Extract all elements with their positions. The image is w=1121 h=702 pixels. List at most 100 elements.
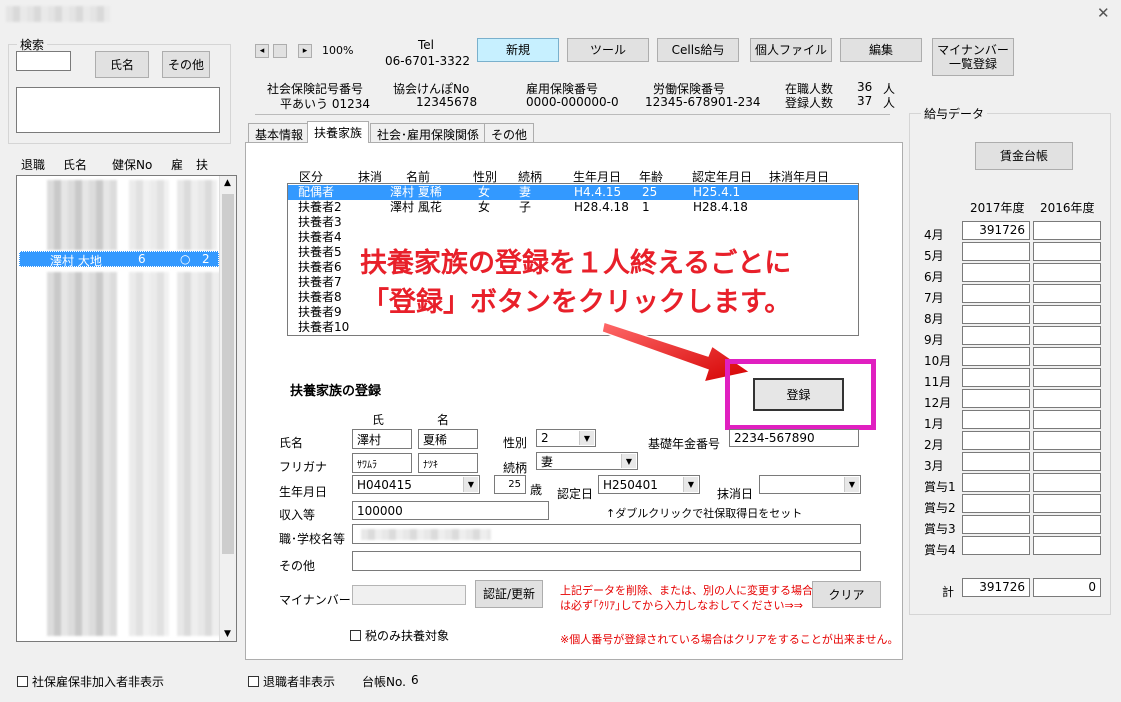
- pay-cell-2016[interactable]: [1033, 452, 1101, 471]
- pay-cell-2016[interactable]: [1033, 242, 1101, 261]
- pay-cell-2017[interactable]: [962, 452, 1030, 471]
- tab-basic-info[interactable]: 基本情報: [248, 123, 311, 142]
- employee-list[interactable]: 澤村 大地 6 ○ 2 ▲ ▼: [16, 175, 237, 642]
- employee-list-scrollbar[interactable]: ▲ ▼: [219, 176, 236, 641]
- auth-update-button[interactable]: 認証/更新: [475, 580, 543, 608]
- chevron-down-icon[interactable]: ▼: [844, 477, 859, 492]
- pay-cell-2017[interactable]: [962, 305, 1030, 324]
- sex-select[interactable]: 2 ▼: [536, 429, 596, 447]
- search-result-box[interactable]: [16, 87, 220, 133]
- register-button[interactable]: 登録: [753, 378, 844, 411]
- pay-cell-2016[interactable]: [1033, 515, 1101, 534]
- pay-cell-2016[interactable]: [1033, 284, 1101, 303]
- pay-cell-2017[interactable]: [962, 263, 1030, 282]
- dependent-row[interactable]: 扶養者10: [288, 320, 858, 335]
- pay-cell-2017[interactable]: [962, 473, 1030, 492]
- scroll-up-icon[interactable]: ▲: [224, 178, 231, 188]
- prev-record-button[interactable]: ◂: [255, 44, 269, 58]
- pay-cell-2017[interactable]: [962, 389, 1030, 408]
- pay-cell-2016[interactable]: [1033, 473, 1101, 492]
- other-input[interactable]: [352, 551, 861, 571]
- hide-uninsured-checkbox[interactable]: 社保雇保非加入者非表示: [17, 673, 164, 690]
- chevron-down-icon[interactable]: ▼: [683, 477, 698, 492]
- pay-cell-2017[interactable]: [962, 242, 1030, 261]
- hide-retired-checkbox[interactable]: 退職者非表示: [248, 673, 335, 690]
- pay-cell-2016[interactable]: [1033, 263, 1101, 282]
- wage-ledger-button[interactable]: 賃金台帳: [975, 142, 1073, 170]
- employee-fuyo: 2: [202, 252, 210, 266]
- hide-retired-box[interactable]: [248, 676, 259, 687]
- tax-only-box[interactable]: [350, 630, 361, 641]
- employee-koyo: ○: [180, 252, 191, 266]
- search-input[interactable]: [16, 51, 71, 71]
- pay-cell-2016[interactable]: [1033, 494, 1101, 513]
- pay-cell-2016[interactable]: [1033, 389, 1101, 408]
- pay-cell-2016[interactable]: [1033, 431, 1101, 450]
- sei-input[interactable]: 澤村: [352, 429, 412, 449]
- income-input[interactable]: 100000: [352, 501, 549, 520]
- cells-pay-button[interactable]: Cells給与: [657, 38, 739, 62]
- pay-cell-2017[interactable]: [962, 536, 1030, 555]
- income-label: 収入等: [279, 508, 316, 522]
- dependent-row[interactable]: 扶養者2 澤村 風花 女 子 H28.4.18 1 H28.4.18: [288, 200, 858, 215]
- close-icon[interactable]: ✕: [1097, 4, 1110, 22]
- dependent-row[interactable]: 扶養者3: [288, 215, 858, 230]
- personal-file-button[interactable]: 個人ファイル: [750, 38, 832, 62]
- clear-button[interactable]: クリア: [812, 581, 881, 608]
- search-name-button[interactable]: 氏名: [95, 51, 149, 78]
- clear-note-line2: は必ず｢ｸﾘｱ｣してから入力しなおしてください⇒⇒: [560, 599, 803, 612]
- chevron-down-icon[interactable]: ▼: [463, 477, 478, 492]
- pay-cell-2016[interactable]: [1033, 221, 1101, 240]
- pay-cell-2016[interactable]: [1033, 368, 1101, 387]
- hide-uninsured-box[interactable]: [17, 676, 28, 687]
- tool-button[interactable]: ツール: [567, 38, 649, 62]
- pay-cell-2017[interactable]: [962, 347, 1030, 366]
- pay-cell-2016[interactable]: [1033, 536, 1101, 555]
- scroll-mid-button[interactable]: [273, 44, 287, 58]
- dependent-row[interactable]: 配偶者 澤村 夏稀 女 妻 H4.4.15 25 H25.4.1: [288, 185, 858, 200]
- massho-select[interactable]: ▼: [759, 475, 861, 494]
- pension-label: 基礎年金番号: [648, 437, 721, 451]
- pay-cell-2017[interactable]: [962, 326, 1030, 345]
- pay-cell-2017[interactable]: [962, 515, 1030, 534]
- scroll-down-icon[interactable]: ▼: [224, 629, 231, 639]
- income-hint: ↑ダブルクリックで社保取得日をセット: [606, 507, 803, 520]
- mynumber-list-button[interactable]: マイナンバー 一覧登録: [932, 38, 1014, 76]
- pay-cell-2017[interactable]: [962, 284, 1030, 303]
- pay-cell-2017[interactable]: 391726: [962, 221, 1030, 240]
- school-input[interactable]: [352, 524, 861, 544]
- chevron-down-icon[interactable]: ▼: [621, 454, 636, 468]
- scroll-thumb[interactable]: [222, 194, 234, 554]
- mei-input[interactable]: 夏稀: [418, 429, 478, 449]
- rel-label: 続柄: [503, 461, 528, 475]
- pay-cell-2016[interactable]: [1033, 347, 1101, 366]
- birth-select[interactable]: H040415 ▼: [352, 475, 480, 494]
- pay-cell-2017[interactable]: [962, 368, 1030, 387]
- pay-cell-2017[interactable]: [962, 431, 1030, 450]
- dep-age: 25: [642, 185, 658, 199]
- mynumber-input[interactable]: [352, 585, 466, 605]
- employee-row-selected[interactable]: 澤村 大地 6 ○ 2: [19, 251, 219, 268]
- pension-input[interactable]: 2234-567890: [729, 429, 859, 447]
- rel-value: 妻: [541, 454, 554, 469]
- col-header-fuyo: 扶: [196, 158, 209, 172]
- new-button[interactable]: 新規: [477, 38, 559, 62]
- next-record-button[interactable]: ▸: [298, 44, 312, 58]
- edit-button[interactable]: 編集: [840, 38, 922, 62]
- tax-only-checkbox[interactable]: 税のみ扶養対象: [350, 627, 449, 644]
- dep-birth: H28.4.18: [574, 200, 629, 214]
- sei-kana-input[interactable]: ｻﾜﾑﾗ: [352, 453, 412, 473]
- tab-insurance[interactable]: 社会･雇用保険関係: [370, 123, 487, 142]
- pay-cell-2016[interactable]: [1033, 305, 1101, 324]
- nintei-select[interactable]: H250401 ▼: [598, 475, 700, 494]
- pay-cell-2016[interactable]: [1033, 410, 1101, 429]
- pay-cell-2017[interactable]: [962, 410, 1030, 429]
- tab-other[interactable]: その他: [484, 123, 535, 142]
- mei-kana-input[interactable]: ﾅﾂｷ: [418, 453, 478, 473]
- search-other-button[interactable]: その他: [162, 51, 210, 78]
- rel-select[interactable]: 妻 ▼: [536, 452, 638, 470]
- pay-cell-2016[interactable]: [1033, 326, 1101, 345]
- pay-cell-2017[interactable]: [962, 494, 1030, 513]
- chevron-down-icon[interactable]: ▼: [579, 431, 594, 445]
- tab-dependents[interactable]: 扶養家族: [307, 121, 370, 143]
